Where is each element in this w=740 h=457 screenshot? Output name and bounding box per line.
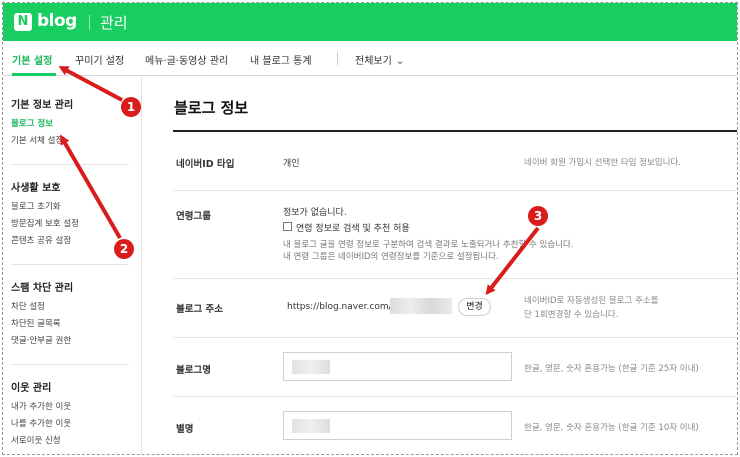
sidebar-item-default-font[interactable]: 기본 서체 설정 [11,134,63,146]
age-group-label: 연령그룹 [176,211,211,222]
header-divider [89,15,90,30]
annotation-badge-3: 3 [528,206,548,226]
blog-name-label: 블로그명 [176,365,211,376]
blog-name-help: 한글, 영문, 숫자 혼용가능 (한글 기준 25자 이내) [524,364,699,374]
naver-logo-icon[interactable]: N [14,13,32,31]
tab-view-all[interactable]: 전체보기 ⌄ [355,52,404,67]
nickname-help: 한글, 영문, 숫자 혼용가능 (한글 기준 10자 이내) [524,423,699,433]
blog-address-label: 블로그 주소 [176,304,224,315]
tab-blog-stats[interactable]: 내 블로그 통계 [250,52,312,67]
chevron-down-icon: ⌄ [395,56,405,67]
sidebar-item-blocked-posts[interactable]: 차단된 글목록 [11,317,61,329]
sidebar-item-content-share[interactable]: 콘텐츠 공유 설정 [11,234,71,246]
tab-design-settings[interactable]: 꾸미기 설정 [75,52,124,67]
age-search-checkbox[interactable] [283,222,292,231]
sidebar: 기본 정보 관리 블로그 정보 기본 서체 설정 사생활 보호 블로그 초기화 … [3,77,142,454]
age-search-checkbox-label[interactable]: 연령 정보로 검색 및 추천 허용 [296,221,410,234]
blog-name-redacted [292,360,330,374]
page-title: 관리 [100,14,128,32]
tab-basic-settings[interactable]: 기본 설정 [12,52,52,67]
sidebar-item-blog-reset[interactable]: 블로그 초기화 [11,200,61,212]
annotation-badge-1: 1 [121,97,141,117]
row-divider [173,396,737,397]
age-group-desc-1: 내 블로그 글을 연령 정보로 구분하여 검색 결과로 노출되거나 추천할 수 … [283,240,574,250]
sidebar-item-blog-info[interactable]: 블로그 정보 [11,117,53,129]
row-divider [173,337,737,338]
tab-divider [337,52,338,65]
active-tab-indicator [12,73,56,76]
row-divider [173,278,737,279]
nickname-input[interactable] [283,411,512,440]
nickname-label: 별명 [176,424,194,435]
age-group-desc-2: 내 연령 그룹은 네이버ID의 연령정보를 기준으로 설정됩니다. [283,252,499,262]
naverid-type-label: 네이버ID 타입 [176,159,235,170]
sidebar-item-block-settings[interactable]: 차단 설정 [11,300,45,312]
annotation-badge-2: 2 [114,239,134,259]
tab-menu: 기본 설정 꾸미기 설정 메뉴·글·동영상 관리 내 블로그 통계 전체보기 ⌄ [3,41,737,76]
sidebar-group-neighbors: 이웃 관리 [11,383,52,394]
sidebar-item-my-neighbors[interactable]: 내가 추가한 이웃 [11,400,71,412]
section-title-rule [173,130,737,132]
blog-url-prefix: https://blog.naver.com/ [287,302,392,312]
naverid-type-help: 네이버 회원 가입시 선택한 타입 정보입니다. [524,158,681,168]
sidebar-group-spam: 스팸 차단 관리 [11,283,74,294]
sidebar-divider [11,264,129,265]
blog-name-input[interactable] [283,352,512,381]
blog-address-help-2: 단 1회변경할 수 있습니다. [524,310,619,320]
sidebar-item-visit-count-protect[interactable]: 방문집계 보호 설정 [11,217,79,229]
tab-menu-post-video[interactable]: 메뉴·글·동영상 관리 [145,52,228,67]
age-group-value: 정보가 없습니다. [283,208,347,218]
sidebar-item-mutual-requests[interactable]: 서로이웃 신청 [11,434,61,446]
nickname-redacted [292,419,330,433]
sidebar-divider [11,164,129,165]
blog-address-help-1: 네이버ID로 자동생성된 블로그 주소를 [524,296,659,306]
blog-logo-text[interactable]: blog [37,11,77,31]
sidebar-group-basic-info: 기본 정보 관리 [11,100,74,111]
sidebar-divider [11,364,129,365]
sidebar-item-comment-permissions[interactable]: 댓글·안부글 권한 [11,334,71,346]
blog-url-redacted [390,298,452,314]
section-title: 블로그 정보 [174,99,249,117]
sidebar-item-followers[interactable]: 나를 추가한 이웃 [11,417,71,429]
row-divider [173,190,737,191]
change-address-button[interactable]: 변경 [458,298,491,316]
top-header: N blog 관리 [3,3,737,41]
tab-view-all-label: 전체보기 [355,56,392,67]
sidebar-group-privacy: 사생활 보호 [11,183,61,194]
naverid-type-value: 개인 [283,159,300,169]
